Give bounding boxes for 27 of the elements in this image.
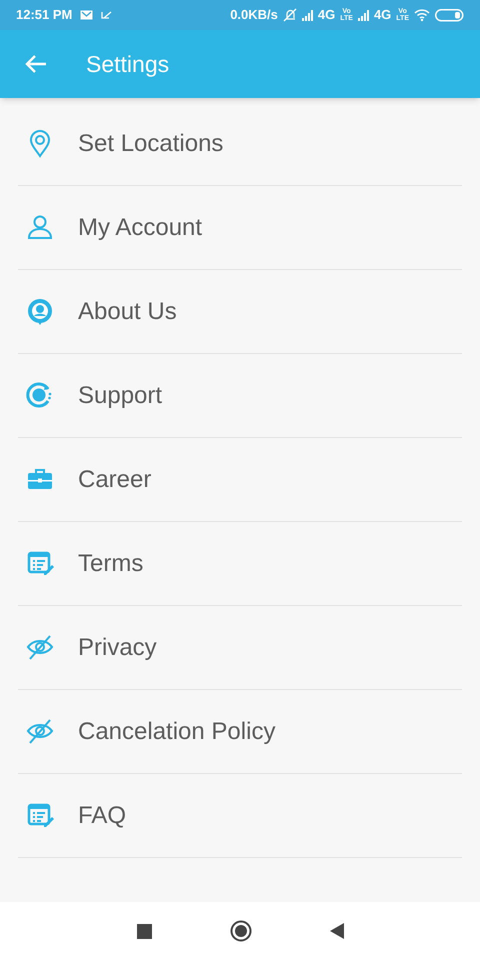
mail-icon <box>80 10 94 20</box>
settings-item[interactable]: Set Locations <box>18 102 462 186</box>
network-type: 4G <box>318 6 336 24</box>
settings-item[interactable]: Privacy <box>18 606 462 690</box>
back-arrow-icon <box>25 54 47 74</box>
screen-title: Settings <box>86 50 170 79</box>
muted-bell-icon <box>282 8 297 22</box>
settings-item[interactable]: Cancelation Policy <box>18 690 462 774</box>
network-speed: 0.0KB/s <box>230 6 278 24</box>
settings-item[interactable]: Career <box>18 438 462 522</box>
network-type: 4G <box>374 6 392 24</box>
status-time: 12:51 PM <box>16 6 72 24</box>
back-nav-button[interactable] <box>330 923 344 939</box>
signal-icon <box>358 9 369 21</box>
settings-item[interactable]: My Account <box>18 186 462 270</box>
signal-icon <box>302 9 313 21</box>
home-button[interactable] <box>230 920 252 942</box>
battery-icon <box>435 8 464 22</box>
circular-arrow-icon <box>26 380 54 410</box>
crossed-eye-icon <box>26 632 54 662</box>
settings-item[interactable]: About Us <box>18 270 462 354</box>
crossed-eye-icon <box>26 716 54 746</box>
settings-item[interactable]: FAQ <box>18 774 462 858</box>
settings-item[interactable]: Terms <box>18 522 462 606</box>
settings-item[interactable]: Support <box>18 354 462 438</box>
recents-button[interactable] <box>136 924 152 938</box>
wifi-icon <box>414 8 430 22</box>
